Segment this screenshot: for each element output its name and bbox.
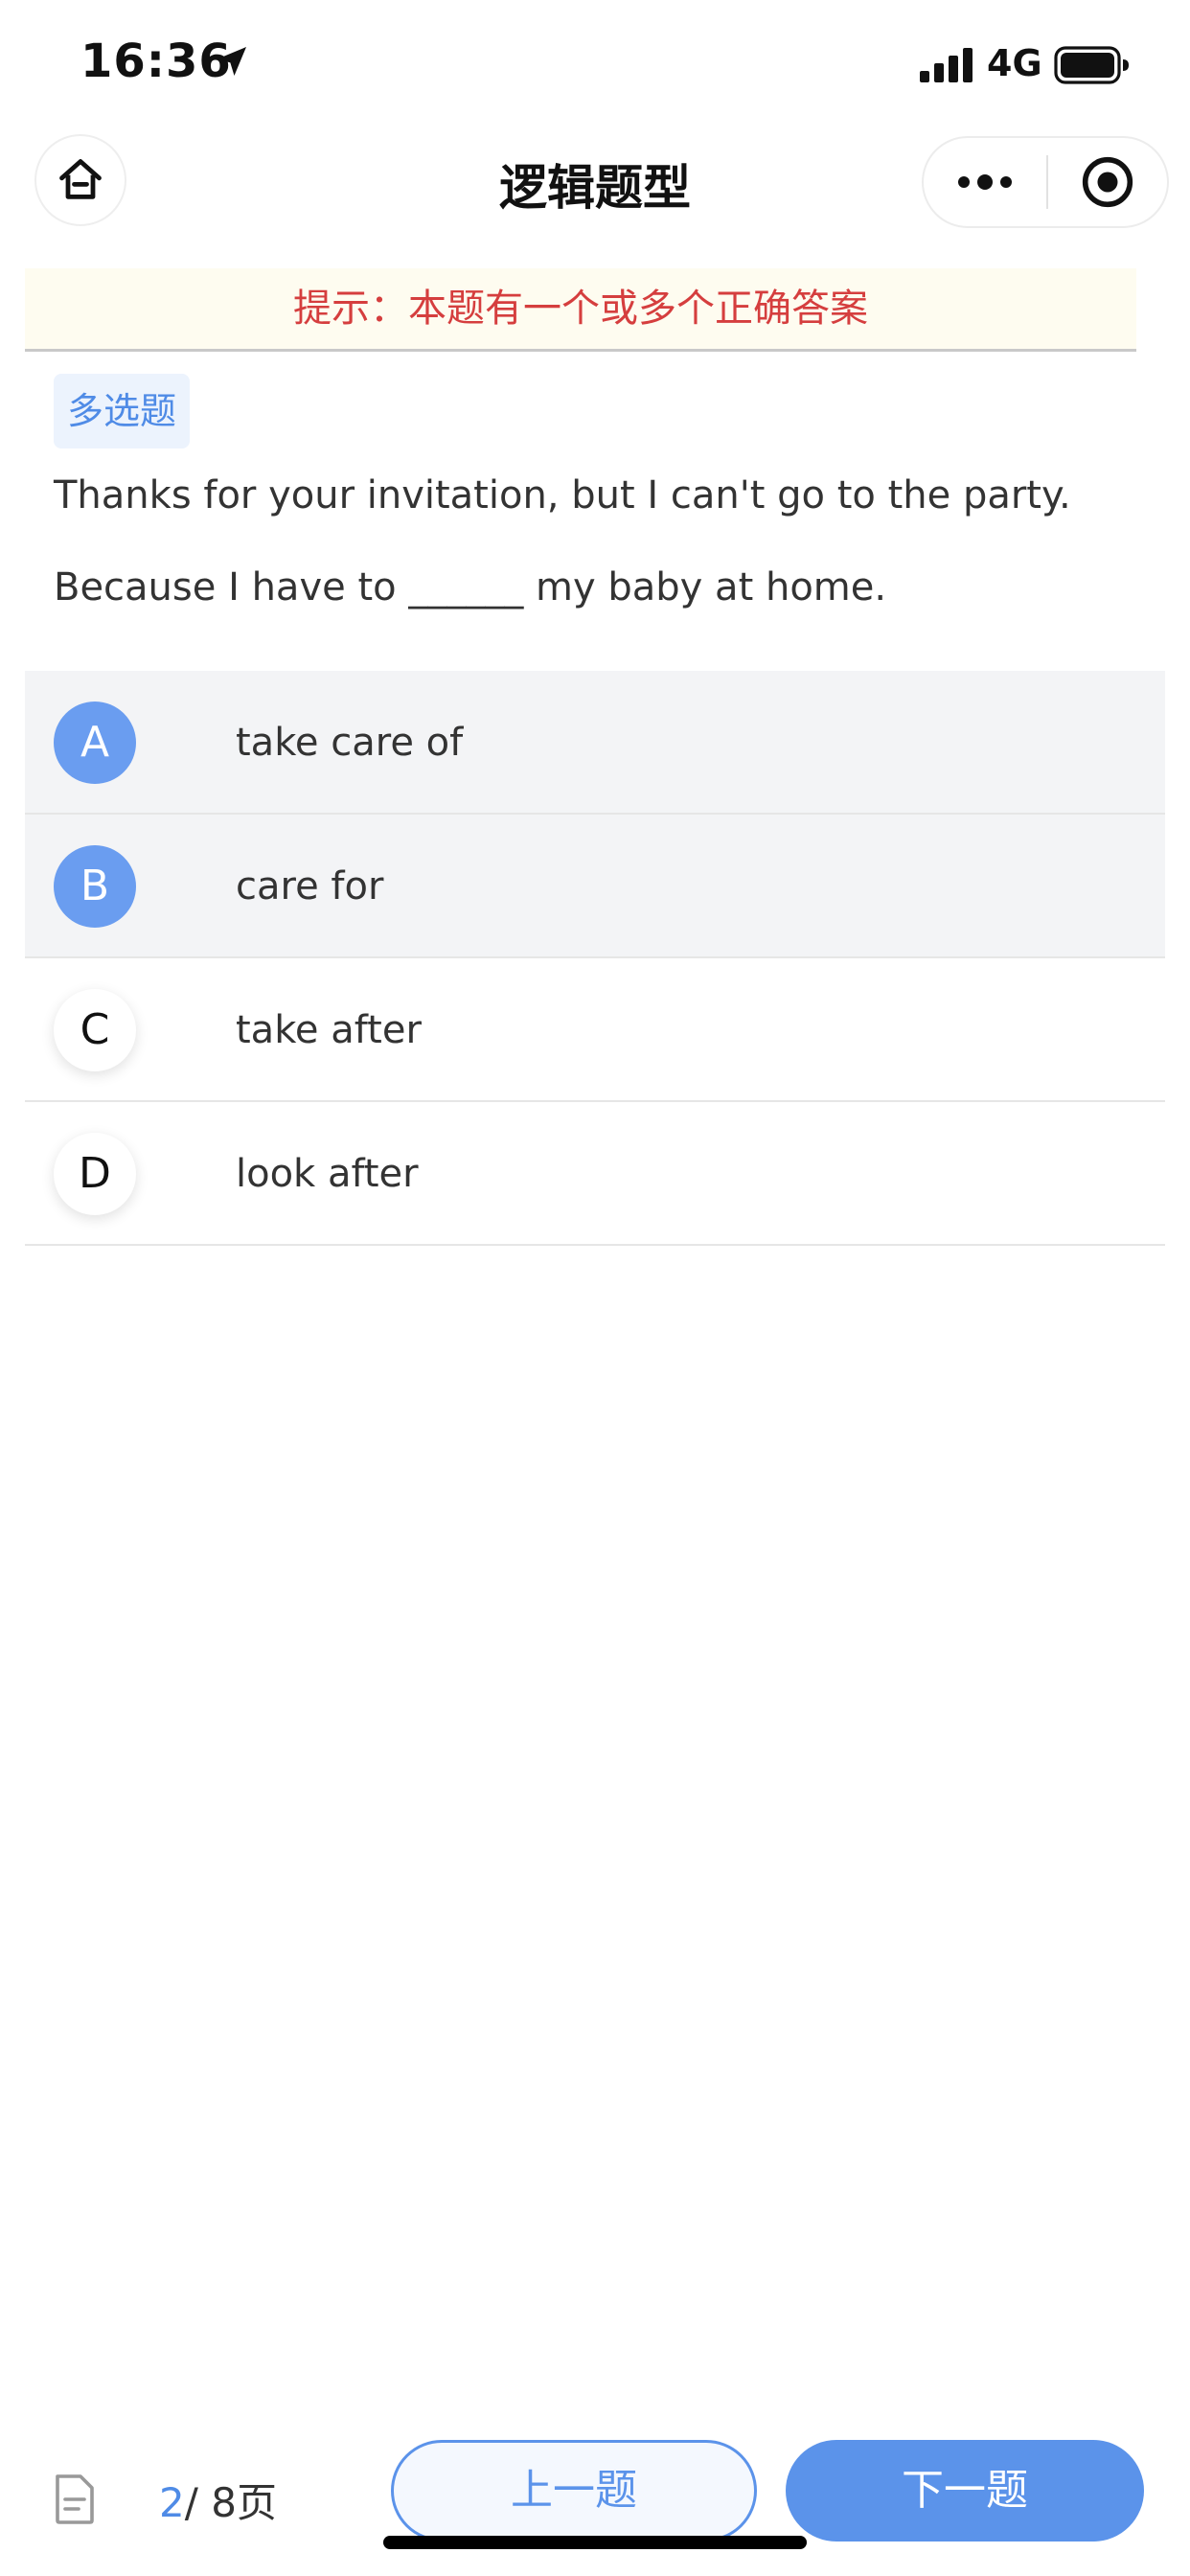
- home-indicator: [383, 2536, 807, 2549]
- battery-full-icon: [1054, 46, 1129, 84]
- option-text: take care of: [236, 721, 464, 765]
- option-b[interactable]: B care for: [25, 815, 1165, 958]
- next-question-button[interactable]: 下一题: [786, 2440, 1144, 2542]
- option-text: take after: [236, 1008, 422, 1052]
- question-type-tag: 多选题: [54, 374, 191, 448]
- option-a[interactable]: A take care of: [25, 671, 1165, 815]
- close-mini-program-button[interactable]: [1048, 138, 1167, 226]
- location-arrow-icon: [217, 47, 246, 76]
- question-text-line-2: Because I have to ______ my baby at home…: [54, 565, 887, 610]
- option-text: care for: [236, 864, 384, 908]
- status-time: 16:36: [80, 34, 232, 88]
- page-current: 2: [159, 2479, 185, 2526]
- option-c[interactable]: C take after: [25, 958, 1165, 1102]
- options-list: A take care of B care for C take after D…: [25, 671, 1165, 1246]
- option-text: look after: [236, 1152, 419, 1196]
- more-dots-icon: [958, 174, 1012, 190]
- target-circle-icon: [1082, 156, 1133, 208]
- previous-question-button[interactable]: 上一题: [391, 2440, 757, 2542]
- option-letter: A: [54, 702, 136, 784]
- more-button[interactable]: [924, 138, 1046, 226]
- signal-bars-icon: [920, 48, 973, 82]
- status-bar: 16:36 4G: [0, 0, 1190, 126]
- bottom-toolbar: 2/ 8页 上一题 下一题: [0, 2434, 1190, 2576]
- navbar: 逻辑题型: [0, 126, 1190, 242]
- mini-program-capsule: [922, 136, 1169, 228]
- answer-hint: 提示：本题有一个或多个正确答案: [25, 268, 1136, 352]
- document-icon[interactable]: [52, 2472, 98, 2526]
- network-type: 4G: [987, 42, 1042, 84]
- page-indicator: 2/ 8页: [159, 2471, 277, 2529]
- page-total: / 8页: [184, 2479, 277, 2526]
- question-text-line-1: Thanks for your invitation, but I can't …: [54, 473, 1071, 518]
- option-d[interactable]: D look after: [25, 1102, 1165, 1246]
- option-letter: C: [54, 989, 136, 1071]
- option-letter: B: [54, 845, 136, 928]
- option-letter: D: [54, 1133, 136, 1215]
